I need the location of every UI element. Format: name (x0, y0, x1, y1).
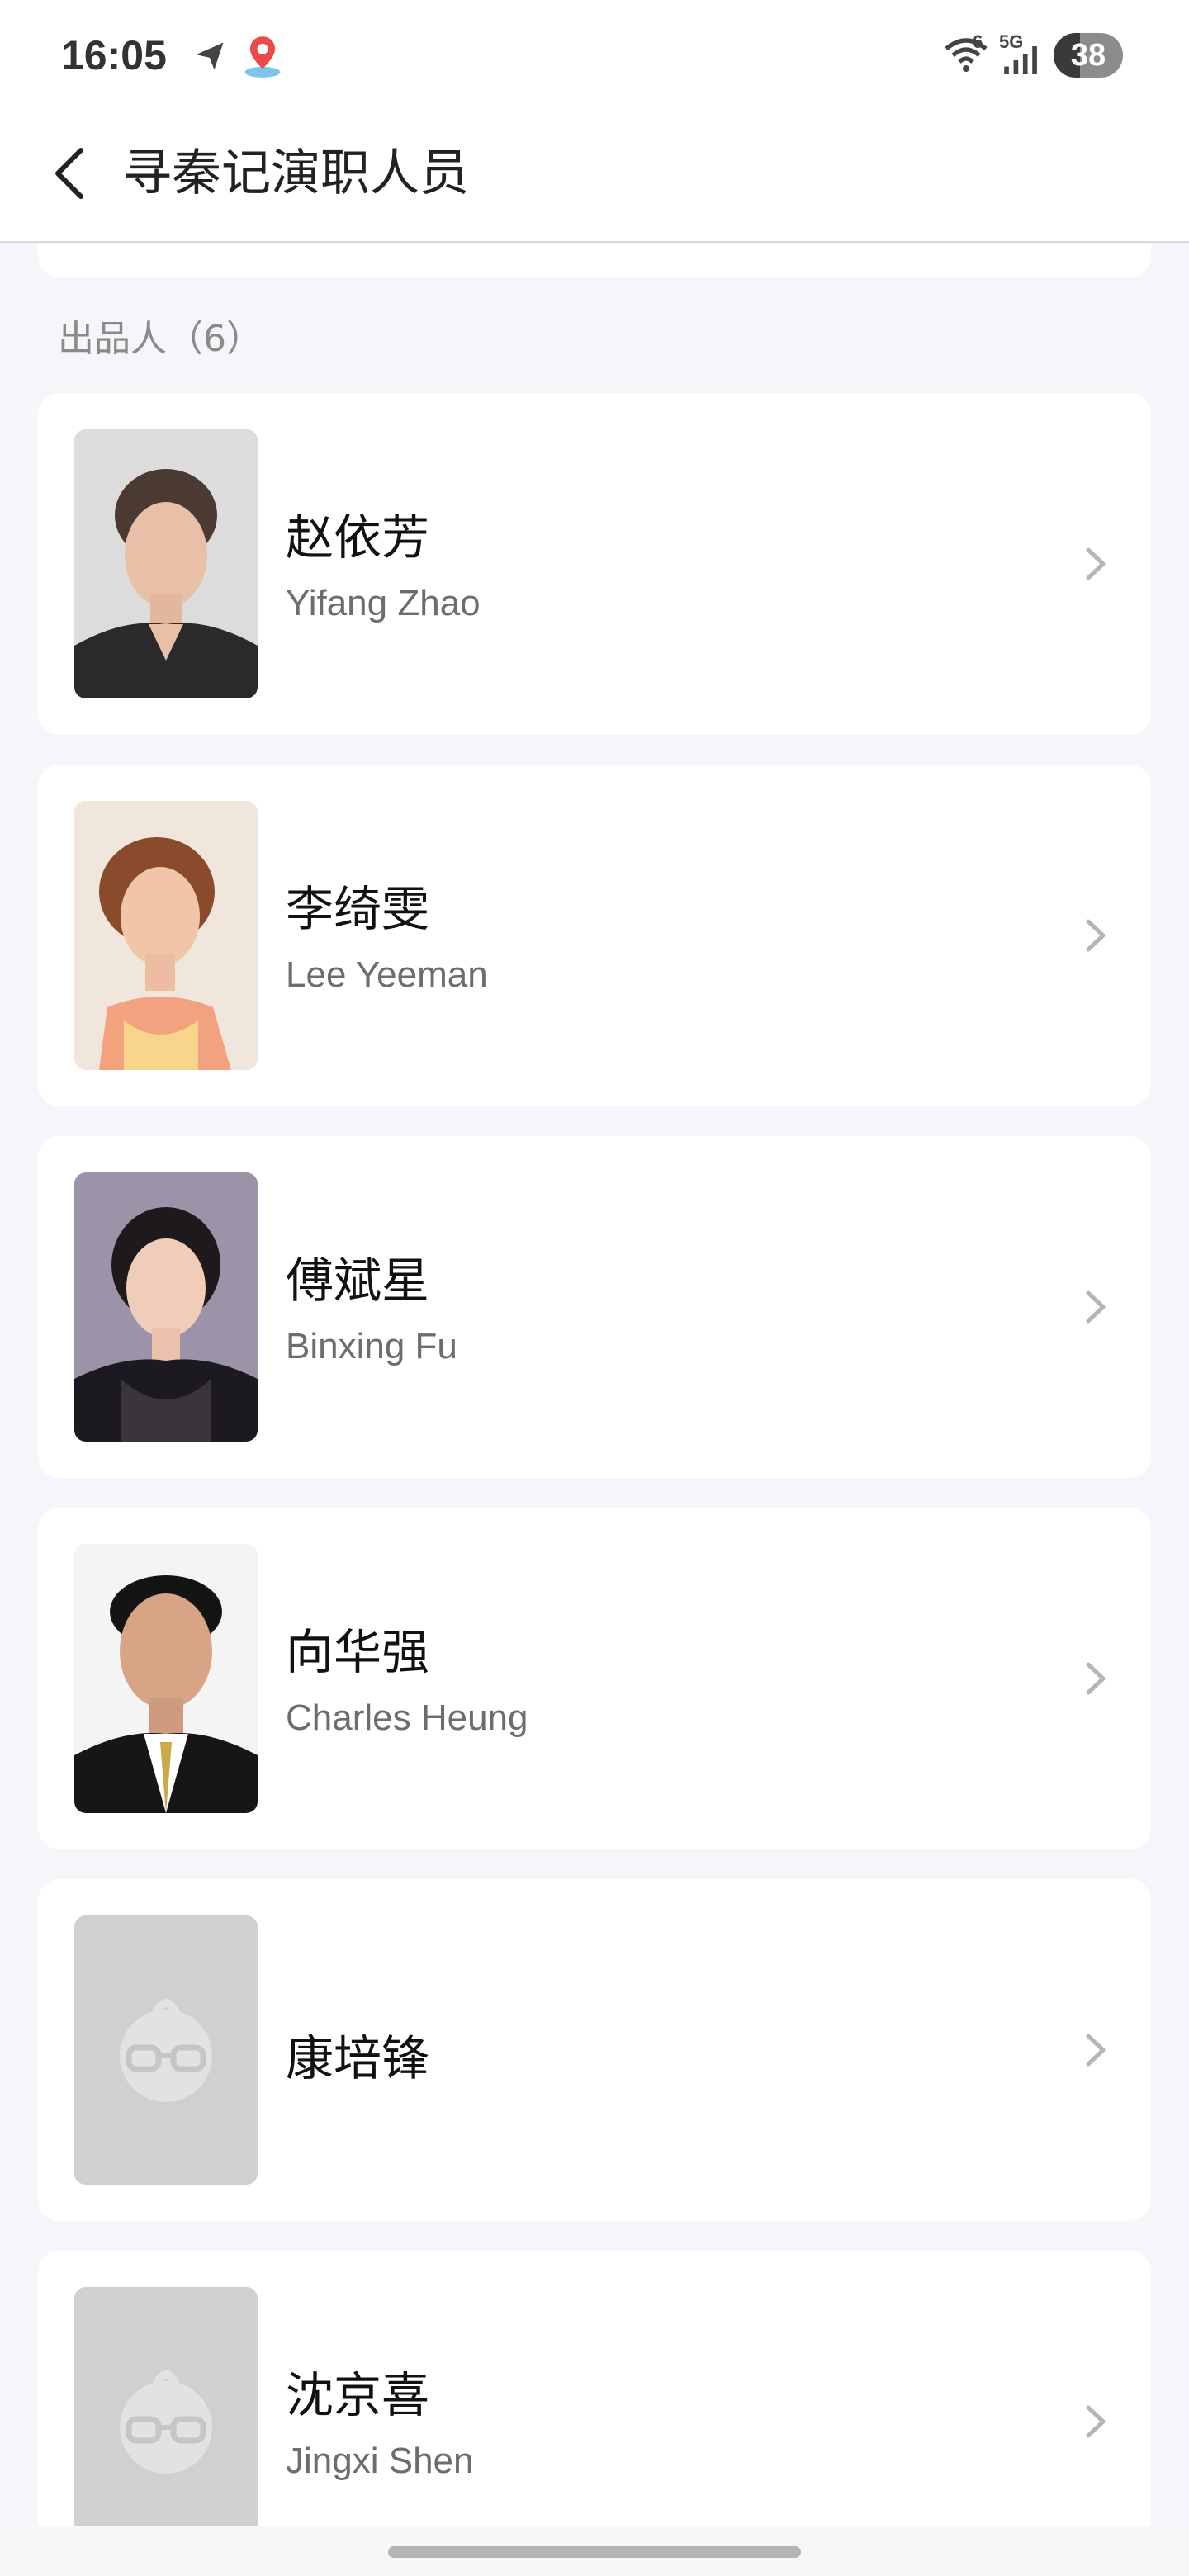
person-card[interactable]: 康培锋 (38, 1879, 1151, 2221)
person-name-en: Lee Yeeman (286, 954, 488, 995)
chevron-right-icon (1086, 2034, 1106, 2067)
person-photo (74, 801, 258, 1070)
section-title: 出品人（6） (58, 318, 263, 360)
person-name-en: Binxing Fu (286, 1326, 457, 1366)
cellular-signal-icon (1004, 46, 1037, 74)
person-name-en: Yifang Zhao (286, 583, 481, 623)
person-card[interactable]: 傅斌星 Binxing Fu (38, 1136, 1151, 1478)
top-app-bar: 寻秦记演职人员 (0, 116, 1189, 243)
person-name-cn: 向华强 (286, 1624, 430, 1680)
person-name-cn: 沈京喜 (286, 2367, 430, 2423)
home-indicator[interactable] (388, 2546, 801, 2558)
placeholder-avatar-icon (74, 1915, 258, 2185)
back-arrow-icon[interactable] (33, 132, 116, 215)
person-name-cn: 康培锋 (286, 2030, 430, 2086)
battery-icon: 38 (1054, 33, 1123, 78)
page-title: 寻秦记演职人员 (122, 144, 469, 202)
status-bar: 16:05 6 5G 38 (0, 0, 1189, 116)
person-name-cn: 傅斌星 (286, 1252, 430, 1309)
person-card[interactable]: 向华强 Charles Heung (38, 1508, 1151, 1849)
person-photo (74, 1544, 258, 1813)
location-pin-icon (244, 36, 281, 78)
status-time: 16:05 (61, 32, 167, 78)
chevron-right-icon (1086, 1290, 1106, 1324)
send-icon (196, 42, 224, 70)
person-card[interactable]: 李绮雯 Lee Yeeman (38, 765, 1151, 1106)
person-name-en: Jingxi Shen (286, 2441, 474, 2481)
person-name-en: Charles Heung (286, 1698, 528, 1738)
chevron-right-icon (1086, 1662, 1106, 1695)
chevron-right-icon (1086, 919, 1106, 952)
chevron-right-icon (1086, 547, 1106, 580)
wifi-label: 6 (973, 31, 983, 52)
person-photo (74, 429, 258, 698)
previous-section-card (38, 244, 1151, 277)
person-card[interactable]: 赵依芳 Yifang Zhao (38, 393, 1151, 735)
battery-level: 38 (1070, 38, 1106, 73)
placeholder-avatar-icon (74, 2287, 258, 2556)
chevron-right-icon (1086, 2405, 1106, 2438)
person-name-cn: 赵依芳 (286, 509, 430, 566)
person-photo (74, 1172, 258, 1442)
person-name-cn: 李绮雯 (286, 881, 430, 937)
